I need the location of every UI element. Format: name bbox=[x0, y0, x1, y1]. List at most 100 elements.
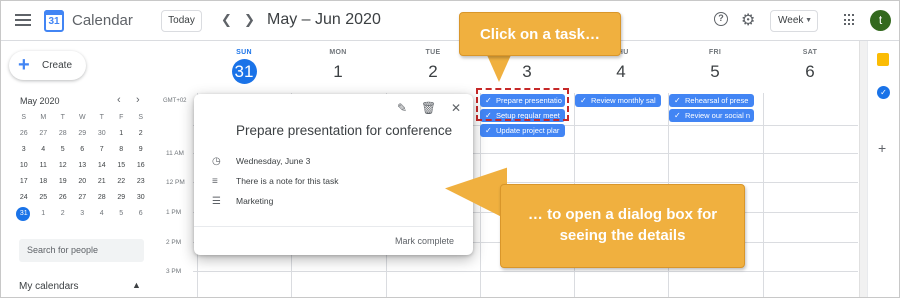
weekday-initial: S bbox=[21, 114, 27, 121]
today-button[interactable]: Today bbox=[161, 10, 202, 32]
mini-day[interactable]: 28 bbox=[53, 126, 73, 142]
search-people-input[interactable]: Search for people bbox=[19, 239, 144, 262]
day-of-week: SUN bbox=[236, 49, 252, 56]
mini-day[interactable]: 25 bbox=[34, 190, 54, 206]
mini-day[interactable]: 18 bbox=[34, 174, 54, 190]
clock-icon: ◷ bbox=[212, 156, 221, 167]
mini-day[interactable]: 6 bbox=[131, 206, 151, 222]
mini-day[interactable]: 2 bbox=[131, 126, 151, 142]
plus-icon: + bbox=[18, 54, 30, 76]
task-chip[interactable]: ✓ Review monthly sal bbox=[575, 94, 661, 107]
top-bar: 31 Calendar Today ❮ ❯ May – Jun 2020 ? ⚙… bbox=[1, 1, 899, 41]
day-header[interactable]: SAT 6 bbox=[763, 49, 857, 84]
mini-day[interactable]: 20 bbox=[73, 174, 93, 190]
mini-day[interactable]: 26 bbox=[14, 126, 34, 142]
trash-icon[interactable]: 🗑 bbox=[421, 101, 436, 115]
mini-day[interactable]: 17 bbox=[14, 174, 34, 190]
mini-day[interactable]: 3 bbox=[14, 142, 34, 158]
my-calendars-heading[interactable]: My calendars bbox=[19, 281, 78, 292]
gear-icon[interactable]: ⚙ bbox=[741, 10, 755, 30]
day-number[interactable]: 31 bbox=[231, 59, 257, 84]
help-icon[interactable]: ? bbox=[714, 12, 728, 26]
chevron-left-icon[interactable]: ❮ bbox=[221, 12, 232, 28]
task-chip[interactable]: ✓ Rehearsal of prese bbox=[669, 94, 754, 107]
task-chip[interactable]: ✓ Update project plar bbox=[480, 124, 565, 137]
mini-day[interactable]: 10 bbox=[14, 158, 34, 174]
avatar[interactable]: t bbox=[870, 10, 891, 31]
mini-day[interactable]: 19 bbox=[53, 174, 73, 190]
day-header[interactable]: SUN 31 bbox=[197, 49, 291, 84]
day-number[interactable]: 5 bbox=[668, 60, 762, 84]
plus-icon[interactable]: + bbox=[878, 140, 886, 156]
mini-day[interactable]: 8 bbox=[112, 142, 132, 158]
mini-day[interactable]: 7 bbox=[92, 142, 112, 158]
day-number[interactable]: 6 bbox=[763, 60, 857, 84]
mini-day[interactable]: 28 bbox=[92, 190, 112, 206]
hour-label: 11 AM bbox=[166, 150, 184, 157]
chevron-right-icon[interactable]: › bbox=[136, 94, 140, 106]
mini-day[interactable]: 9 bbox=[131, 142, 151, 158]
apps-grid-icon[interactable] bbox=[844, 14, 856, 26]
mini-day[interactable]: 27 bbox=[34, 126, 54, 142]
day-number[interactable]: 2 bbox=[386, 60, 480, 84]
mini-day[interactable]: 27 bbox=[73, 190, 93, 206]
mini-day[interactable]: 21 bbox=[92, 174, 112, 190]
chevron-left-icon[interactable]: ‹ bbox=[117, 94, 121, 106]
check-icon: ✓ bbox=[674, 111, 681, 120]
keep-icon[interactable] bbox=[877, 53, 889, 66]
mini-day[interactable]: 4 bbox=[92, 206, 112, 222]
mini-day[interactable]: 1 bbox=[112, 126, 132, 142]
caret-down-icon: ▼ bbox=[805, 17, 812, 24]
mini-day[interactable]: 15 bbox=[112, 158, 132, 174]
mark-complete-button[interactable]: Mark complete bbox=[395, 236, 454, 246]
mini-day[interactable]: 1 bbox=[34, 206, 54, 222]
list-icon: ☰ bbox=[212, 196, 221, 207]
chevron-right-icon[interactable]: ❯ bbox=[244, 12, 255, 28]
dialog-list: Marketing bbox=[236, 196, 274, 206]
callout-line: seeing the details bbox=[559, 227, 686, 244]
pencil-icon[interactable]: ✎ bbox=[397, 101, 407, 115]
mini-day[interactable]: 30 bbox=[131, 190, 151, 206]
weekday-initial: F bbox=[119, 114, 124, 121]
mini-day[interactable]: 6 bbox=[73, 142, 93, 158]
mini-day[interactable]: 23 bbox=[131, 174, 151, 190]
mini-day[interactable]: 16 bbox=[131, 158, 151, 174]
mini-day[interactable]: 29 bbox=[112, 190, 132, 206]
create-button[interactable]: + Create bbox=[9, 51, 86, 80]
day-of-week: MON bbox=[329, 49, 347, 56]
weekday-initial: W bbox=[78, 114, 86, 121]
mini-day[interactable]: 26 bbox=[53, 190, 73, 206]
mini-day[interactable]: 3 bbox=[73, 206, 93, 222]
mini-day[interactable]: 14 bbox=[92, 158, 112, 174]
day-number[interactable]: 4 bbox=[574, 60, 668, 84]
dialog-date-row: ◷ Wednesday, June 3 bbox=[212, 156, 310, 167]
day-number[interactable]: 1 bbox=[291, 60, 385, 84]
mini-day[interactable]: 12 bbox=[53, 158, 73, 174]
scrollbar[interactable] bbox=[859, 41, 867, 297]
mini-day[interactable]: 11 bbox=[34, 158, 54, 174]
mini-day[interactable]: 5 bbox=[53, 142, 73, 158]
mini-day[interactable]: 5 bbox=[112, 206, 132, 222]
mini-calendar-grid: S M T W T F S 26 27 28 29 30 1 2 3 4 5 6 7 8 9 10 11 12 13 14 15 16… bbox=[14, 110, 151, 222]
mini-day[interactable]: 22 bbox=[112, 174, 132, 190]
day-header[interactable]: MON 1 bbox=[291, 49, 385, 84]
mini-day[interactable]: 31 bbox=[14, 206, 34, 222]
day-header[interactable]: FRI 5 bbox=[668, 49, 762, 84]
mini-day[interactable]: 30 bbox=[92, 126, 112, 142]
day-of-week: FRI bbox=[708, 49, 722, 56]
hour-label: 1 PM bbox=[166, 209, 182, 216]
chevron-up-icon[interactable]: ▲ bbox=[132, 280, 141, 290]
task-chip[interactable]: ✓ Review our social n bbox=[669, 109, 754, 122]
menu-icon[interactable] bbox=[15, 14, 31, 26]
mini-day[interactable]: 13 bbox=[73, 158, 93, 174]
grid-line bbox=[763, 93, 764, 297]
mini-day[interactable]: 4 bbox=[34, 142, 54, 158]
mini-day[interactable]: 29 bbox=[73, 126, 93, 142]
tasks-icon[interactable]: ✓ bbox=[877, 86, 890, 99]
close-icon[interactable]: ✕ bbox=[451, 101, 461, 115]
mini-day[interactable]: 24 bbox=[14, 190, 34, 206]
timezone-label: GMT+02 bbox=[163, 98, 187, 104]
mini-day[interactable]: 2 bbox=[53, 206, 73, 222]
view-select[interactable]: Week ▼ bbox=[770, 10, 818, 32]
check-icon: ✓ bbox=[674, 96, 681, 105]
